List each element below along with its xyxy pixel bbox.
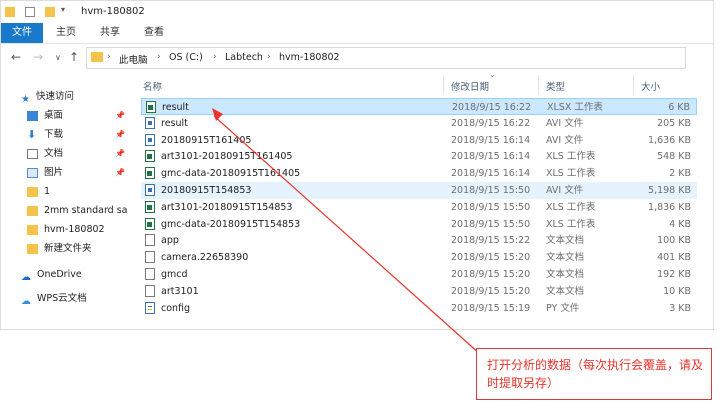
annotation-arrow-head (212, 108, 223, 121)
annotation-arrow-line (213, 115, 481, 355)
annotation-text: 打开分析的数据（每次执行会覆盖，请及时提取另存） (487, 358, 704, 390)
annotation-box: 打开分析的数据（每次执行会覆盖，请及时提取另存） (476, 348, 712, 400)
